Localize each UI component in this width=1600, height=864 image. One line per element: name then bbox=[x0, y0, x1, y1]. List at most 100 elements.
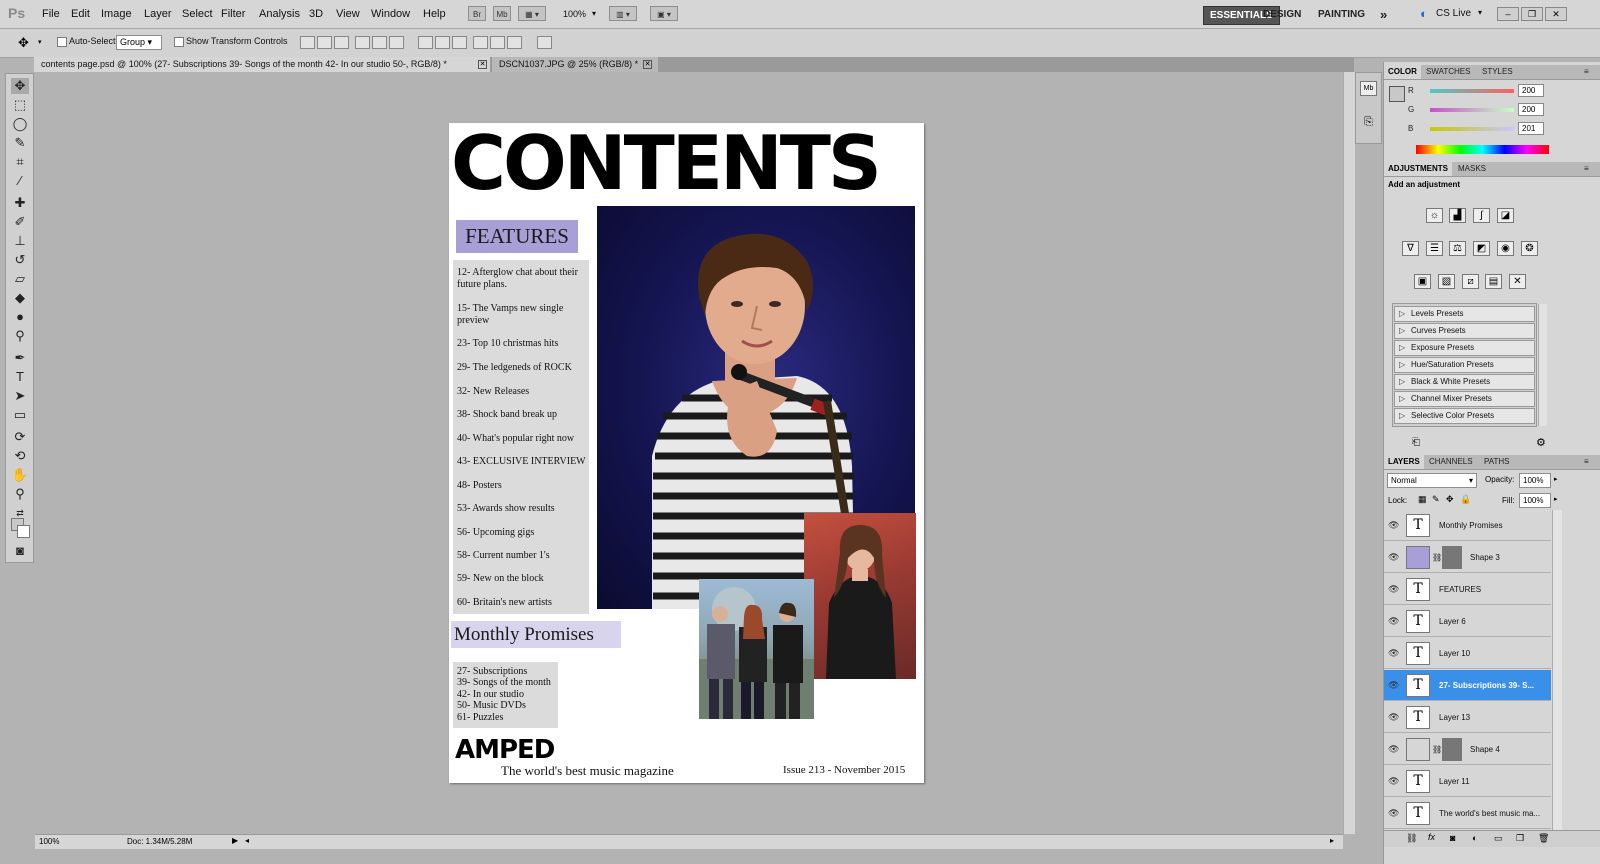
layer-row[interactable]: 👁 T Layer 6 bbox=[1384, 606, 1551, 637]
eye-icon[interactable]: 👁 bbox=[1388, 712, 1399, 723]
mini-bridge-button[interactable]: Mb bbox=[493, 6, 511, 21]
tab-masks[interactable]: MASKS bbox=[1454, 162, 1490, 176]
healing-brush-tool-icon[interactable]: ✚ bbox=[11, 195, 29, 211]
tab-dscn1037[interactable]: DSCN1037.JPG @ 25% (RGB/8) * bbox=[492, 57, 658, 72]
lock-pixels-icon[interactable]: ✎ bbox=[1432, 494, 1440, 505]
layer-row[interactable]: 👁 T FEATURES bbox=[1384, 574, 1551, 605]
panel-menu-icon[interactable]: ≡ bbox=[1580, 455, 1593, 469]
align-bottom-icon[interactable] bbox=[334, 36, 349, 49]
cslive-label[interactable]: CS Live bbox=[1436, 8, 1471, 19]
arrange-documents-icon[interactable]: ▥ ▾ bbox=[609, 6, 637, 21]
path-selection-tool-icon[interactable]: ➤ bbox=[11, 388, 29, 404]
align-left-icon[interactable] bbox=[355, 36, 370, 49]
tab-layers[interactable]: LAYERS bbox=[1384, 455, 1424, 469]
blue-value-input[interactable]: 201 bbox=[1518, 122, 1544, 135]
layer-row[interactable]: 👁 ⛓ Shape 3 bbox=[1384, 542, 1551, 573]
view-extras-icon[interactable]: ▦ ▾ bbox=[518, 6, 546, 21]
clone-stamp-tool-icon[interactable]: ⊥ bbox=[11, 233, 29, 249]
invert-icon[interactable]: ▣ bbox=[1414, 274, 1431, 289]
bridge-button[interactable]: Br bbox=[468, 6, 486, 21]
preset-channel-mixer[interactable]: Channel Mixer Presets bbox=[1394, 391, 1535, 407]
align-right-icon[interactable] bbox=[389, 36, 404, 49]
tab-channels[interactable]: CHANNELS bbox=[1425, 455, 1477, 469]
layers-scrollbar[interactable] bbox=[1552, 510, 1562, 830]
close-button[interactable]: ✕ bbox=[1545, 7, 1567, 21]
status-zoom[interactable]: 100% bbox=[39, 837, 59, 846]
quick-select-tool-icon[interactable]: ✎ bbox=[11, 135, 29, 151]
marquee-tool-icon[interactable]: ⬚ bbox=[11, 97, 29, 113]
link-layers-icon[interactable]: ⛓ bbox=[1406, 833, 1417, 844]
foreground-color-swatch[interactable] bbox=[1389, 86, 1405, 102]
lock-all-icon[interactable]: 🔒 bbox=[1460, 494, 1471, 505]
eye-icon[interactable]: 👁 bbox=[1388, 744, 1399, 755]
type-tool-icon[interactable]: T bbox=[11, 369, 29, 385]
presets-scrollbar[interactable] bbox=[1538, 304, 1547, 426]
menu-layer[interactable]: Layer bbox=[144, 8, 172, 20]
distribute-vcenter-icon[interactable] bbox=[435, 36, 450, 49]
auto-align-icon[interactable] bbox=[537, 36, 552, 49]
menu-analysis[interactable]: Analysis bbox=[259, 8, 300, 20]
green-slider[interactable] bbox=[1430, 108, 1514, 112]
background-color-swatch[interactable] bbox=[17, 525, 30, 538]
channel-mixer-icon[interactable]: ❂ bbox=[1521, 241, 1538, 256]
tool-preset-dropdown-icon[interactable]: ▾ bbox=[38, 38, 42, 46]
menu-edit[interactable]: Edit bbox=[71, 8, 90, 20]
eye-icon[interactable]: 👁 bbox=[1388, 680, 1399, 691]
hscroll-right-icon[interactable]: ▸ bbox=[1330, 836, 1334, 845]
lock-transparent-icon[interactable]: ▦ bbox=[1418, 494, 1427, 505]
selective-color-icon[interactable]: ✕ bbox=[1509, 274, 1526, 289]
eye-icon[interactable]: 👁 bbox=[1388, 584, 1399, 595]
color-spectrum-ramp[interactable] bbox=[1416, 145, 1549, 154]
opacity-input[interactable]: 100% bbox=[1519, 473, 1551, 488]
fill-slider-icon[interactable]: ▸ bbox=[1554, 495, 1558, 503]
eyedropper-tool-icon[interactable]: ⁄ bbox=[11, 173, 29, 189]
tab-adjustments[interactable]: ADJUSTMENTS bbox=[1384, 162, 1453, 176]
adjustment-clip-icon[interactable]: ⎗ bbox=[1412, 437, 1420, 448]
auto-select-dropdown[interactable]: Group ▾ bbox=[116, 35, 162, 50]
panel-menu-icon[interactable]: ≡ bbox=[1580, 162, 1593, 176]
preset-black-white[interactable]: Black & White Presets bbox=[1394, 374, 1535, 390]
minimize-button[interactable]: – bbox=[1497, 7, 1519, 21]
levels-icon[interactable]: ▟ bbox=[1449, 208, 1466, 223]
menu-view[interactable]: View bbox=[336, 8, 360, 20]
zoom-tool-icon[interactable]: ⚲ bbox=[11, 486, 29, 502]
crop-tool-icon[interactable]: ⌗ bbox=[11, 154, 29, 170]
canvas-vertical-scrollbar[interactable] bbox=[1343, 72, 1355, 834]
eye-icon[interactable]: 👁 bbox=[1388, 552, 1399, 563]
cslive-dropdown-icon[interactable]: ▾ bbox=[1478, 8, 1482, 17]
new-layer-icon[interactable]: ❐ bbox=[1516, 833, 1524, 844]
color-balance-icon[interactable]: ⚖ bbox=[1449, 241, 1466, 256]
eye-icon[interactable]: 👁 bbox=[1388, 520, 1399, 531]
menu-image[interactable]: Image bbox=[101, 8, 132, 20]
paint-bucket-tool-icon[interactable]: ◆ bbox=[11, 290, 29, 306]
move-tool-icon[interactable]: ✥ bbox=[11, 78, 29, 94]
menu-window[interactable]: Window bbox=[371, 8, 410, 20]
layer-style-icon[interactable]: fx bbox=[1428, 832, 1435, 842]
layer-row-selected[interactable]: 👁 T 27- Subscriptions 39- S... bbox=[1384, 670, 1551, 701]
black-white-icon[interactable]: ◩ bbox=[1473, 241, 1490, 256]
delete-layer-icon[interactable]: 🗑 bbox=[1538, 833, 1549, 844]
history-brush-tool-icon[interactable]: ↺ bbox=[11, 252, 29, 268]
quick-mask-icon[interactable]: ◙ bbox=[11, 543, 29, 559]
preset-levels[interactable]: Levels Presets bbox=[1394, 306, 1535, 322]
move-tool-icon[interactable]: ✥ bbox=[18, 35, 29, 51]
dodge-tool-icon[interactable]: ⚲ bbox=[11, 328, 29, 344]
distribute-top-icon[interactable] bbox=[418, 36, 433, 49]
hand-tool-icon[interactable]: ✋ bbox=[11, 467, 29, 483]
tab-paths[interactable]: PATHS bbox=[1480, 455, 1513, 469]
tab-contents-page[interactable]: contents page.psd @ 100% (27- Subscripti… bbox=[34, 57, 490, 72]
pen-tool-icon[interactable]: ✒ bbox=[11, 350, 29, 366]
align-top-icon[interactable] bbox=[300, 36, 315, 49]
preset-curves[interactable]: Curves Presets bbox=[1394, 323, 1535, 339]
add-mask-icon[interactable]: ◙ bbox=[1450, 833, 1455, 843]
tab-close-icon[interactable]: ✕ bbox=[478, 60, 487, 69]
menu-filter[interactable]: Filter bbox=[221, 8, 245, 20]
zoom-level[interactable]: 100% bbox=[563, 9, 586, 19]
menu-help[interactable]: Help bbox=[423, 8, 446, 20]
lock-position-icon[interactable]: ✥ bbox=[1446, 494, 1454, 505]
cslive-icon[interactable]: ◐ bbox=[1420, 6, 1428, 21]
opacity-slider-icon[interactable]: ▸ bbox=[1554, 475, 1558, 483]
lasso-tool-icon[interactable]: ◯ bbox=[11, 116, 29, 132]
history-panel-icon[interactable]: ⎘ bbox=[1360, 115, 1377, 130]
menu-select[interactable]: Select bbox=[182, 8, 213, 20]
